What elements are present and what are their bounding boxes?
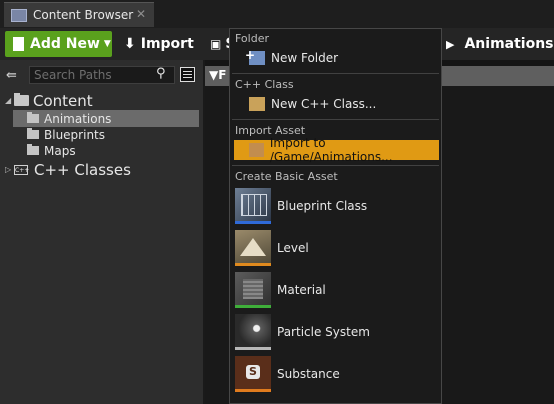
menu-item-blueprint-class[interactable]: Blueprint Class [235,186,441,226]
menu-item-label: Import to /Game/Animations... [269,136,393,164]
menu-separator [232,73,439,74]
tab-content-browser[interactable]: Content Browser ✕ [4,2,154,27]
collapsed-arrow-icon[interactable]: ▷ [5,165,14,174]
add-new-button[interactable]: Add New ▼ [5,31,112,57]
blueprint-class-icon [235,188,271,224]
sources-toggle-icon[interactable]: ⇚ [6,68,17,83]
search-icon[interactable]: ⚲ [156,66,166,81]
search-row: ⇚ ⚲ [0,66,203,86]
menu-item-label: New Folder [271,51,339,65]
chevron-down-icon: ▼ [103,39,111,49]
particle-system-icon [235,314,271,350]
breadcrumb-current: Animations [464,36,554,52]
menu-item-material[interactable]: Material [235,270,441,310]
breadcrumb-arrow-icon: ▶ [446,37,455,51]
import-label: Import [140,36,194,52]
save-icon: ▣ [210,37,222,51]
title-bar: Content Browser ✕ [0,0,554,28]
menu-item-particle-system[interactable]: Particle System [235,312,441,352]
close-tab-icon[interactable]: ✕ [136,7,146,21]
tree-item-label: Blueprints [44,127,106,142]
tree-item-maps[interactable]: Maps [13,142,76,159]
menu-item-label: Level [277,241,309,255]
tree-item-label: Content [33,91,93,110]
menu-item-new-folder[interactable]: New Folder [234,48,439,68]
tree-item-blueprints[interactable]: Blueprints [13,126,105,143]
menu-item-label: Material [277,283,326,297]
menu-separator [232,165,439,166]
expanded-arrow-icon[interactable]: ◢ [5,96,14,105]
breadcrumb[interactable]: ▶ Animations [446,31,554,57]
add-new-menu: Folder New Folder C++ Class New C++ Clas… [229,28,442,404]
tree-item-cpp-classes[interactable]: ▷ C++ C++ Classes [0,160,131,179]
material-icon [235,272,271,308]
tree-item-label: C++ Classes [34,160,131,179]
substance-icon: S [235,356,271,392]
filter-label: F [218,68,227,82]
tree-item-label: Animations [44,111,112,126]
download-icon: ⬇ [124,36,136,52]
section-folder: Folder [235,32,269,45]
section-create-basic-asset: Create Basic Asset [235,170,338,183]
menu-item-import-to[interactable]: Import to /Game/Animations... [234,136,439,164]
menu-separator [232,119,439,120]
folder-icon [27,144,39,155]
menu-item-label: New C++ Class... [271,97,377,111]
level-icon [235,230,271,266]
filter-icon[interactable]: ▼F [209,68,226,82]
tab-title: Content Browser [33,8,134,22]
folder-open-icon [14,93,29,106]
menu-item-label: Particle System [277,325,370,339]
tree-item-label: Maps [44,143,76,158]
new-folder-icon [245,48,265,65]
section-cpp-class: C++ Class [235,78,294,91]
folder-icon [27,128,39,139]
tree-item-animations[interactable]: Animations [13,110,199,127]
new-document-icon [13,37,24,51]
import-icon [249,143,264,157]
menu-item-label: Blueprint Class [277,199,368,213]
folder-icon [27,112,39,123]
menu-item-new-cpp-class[interactable]: New C++ Class... [234,94,439,114]
menu-item-label: Substance [277,367,340,381]
menu-item-substance[interactable]: S Substance [235,354,441,394]
cpp-folder-icon: C++ [14,164,30,175]
search-paths-input[interactable] [29,66,175,84]
path-panel: ⇚ ⚲ ◢ Content Animations Blueprints Maps… [0,60,205,404]
content-browser-icon [11,8,27,22]
view-options-icon[interactable] [180,67,195,82]
add-new-label: Add New [30,36,100,52]
cpp-class-icon [249,97,265,111]
import-button[interactable]: ⬇ Import [124,31,194,57]
menu-item-level[interactable]: Level [235,228,441,268]
tree-item-content[interactable]: ◢ Content [0,91,200,110]
